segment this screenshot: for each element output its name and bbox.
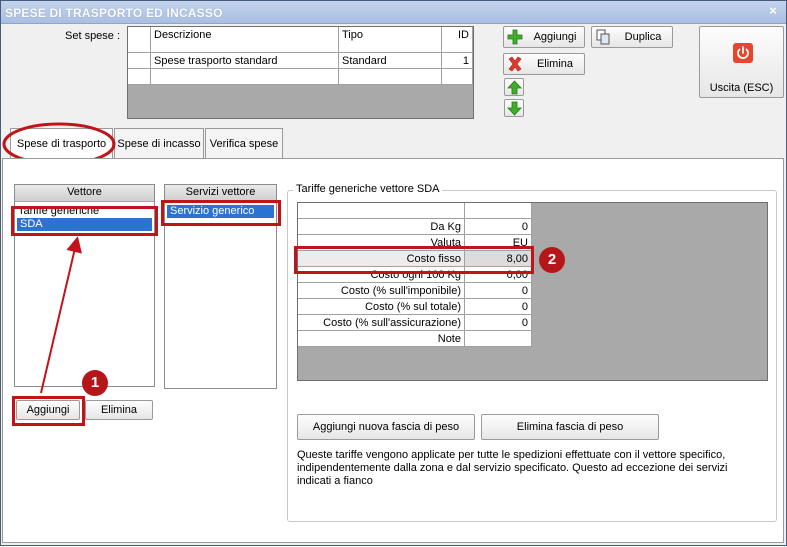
main-window: SPESE DI TRASPORTO ED INCASSO × Set spes… <box>0 0 787 546</box>
annotation-marker-1: 1 <box>82 370 108 396</box>
annotation-arrow <box>40 236 82 394</box>
annotation-marker-2: 2 <box>539 247 565 273</box>
